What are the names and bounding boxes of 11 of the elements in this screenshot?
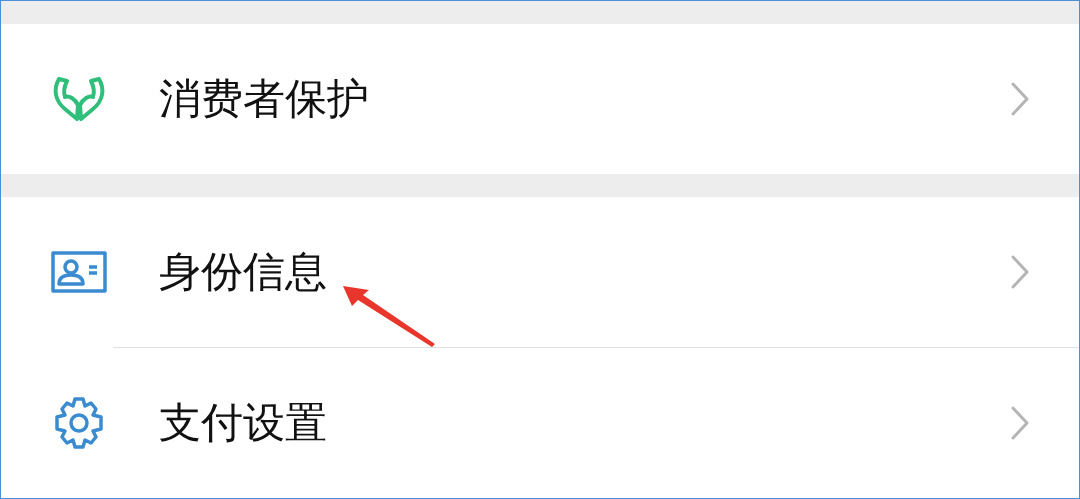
- id-card-icon: [51, 251, 107, 293]
- chevron-right-icon: [1011, 406, 1029, 440]
- chevron-right-icon: [1011, 255, 1029, 289]
- menu-label: 身份信息: [159, 246, 328, 298]
- menu-label: 消费者保护: [159, 73, 370, 125]
- hands-icon: [51, 75, 107, 123]
- menu-item[interactable]: 身份信息: [1, 197, 1079, 347]
- menu-item[interactable]: 支付设置: [1, 348, 1079, 498]
- chevron-right-icon: [1011, 82, 1029, 116]
- menu-label: 支付设置: [159, 397, 328, 449]
- menu-item[interactable]: 消费者保护: [1, 24, 1079, 174]
